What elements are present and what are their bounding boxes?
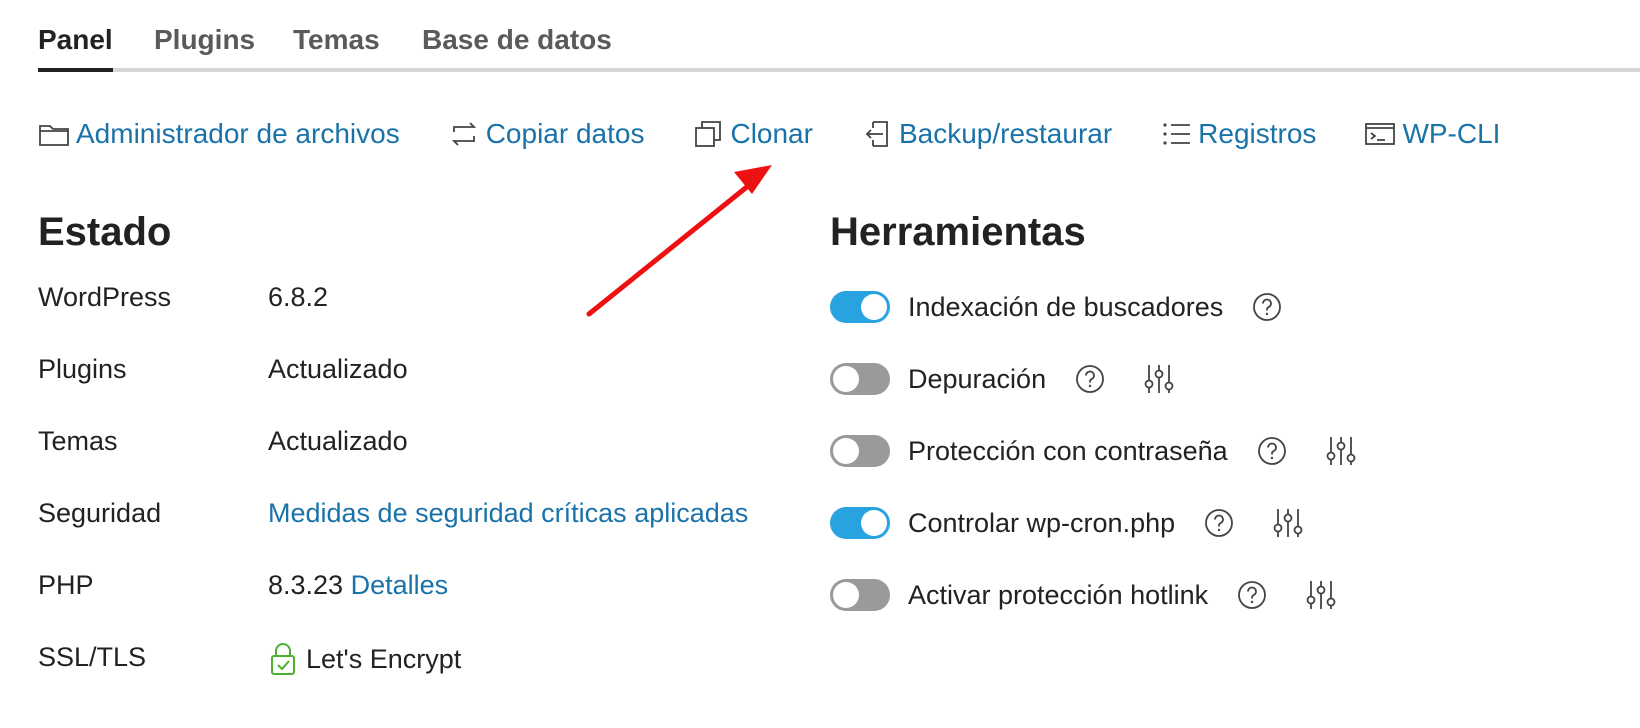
help-icon[interactable]: [1236, 579, 1268, 611]
tab-bar-divider: [38, 68, 1640, 72]
copy-data-label: Copiar datos: [485, 118, 645, 149]
status-row-temas: Temas Actualizado: [38, 420, 798, 492]
tools-heading: Herramientas: [830, 210, 1086, 254]
wp-cli-link[interactable]: WP-CLI: [1364, 118, 1500, 150]
wp-cron-toggle[interactable]: [830, 507, 890, 539]
settings-sliders-icon[interactable]: [1324, 434, 1358, 468]
tool-label: Activar protección hotlink: [908, 579, 1209, 610]
status-value: Actualizado: [268, 354, 408, 384]
lock-check-icon: [268, 642, 298, 676]
status-key: PHP: [38, 570, 94, 600]
toggle-knob: [833, 438, 859, 464]
backup-restore-label: Backup/restaurar: [898, 118, 1113, 149]
status-heading: Estado: [38, 210, 172, 254]
clone-icon: [692, 118, 724, 150]
toggle-knob: [833, 582, 859, 608]
status-key: Temas: [38, 426, 118, 456]
settings-sliders-icon[interactable]: [1271, 506, 1305, 540]
help-icon[interactable]: [1203, 507, 1235, 539]
action-bar: Administrador de archivos Copiar datos C…: [38, 112, 1548, 156]
tool-label: Depuración: [908, 363, 1047, 394]
tab-temas[interactable]: Temas: [293, 24, 380, 56]
folder-icon: [38, 118, 70, 150]
status-value-ssl: Let's Encrypt: [268, 642, 461, 676]
status-key: Plugins: [38, 354, 127, 384]
terminal-icon: [1364, 118, 1396, 150]
help-icon[interactable]: [1074, 363, 1106, 395]
wp-cli-label: WP-CLI: [1402, 118, 1501, 149]
tool-label: Controlar wp-cron.php: [908, 507, 1176, 538]
tools-list: Indexación de buscadores Depuración Prot…: [830, 276, 1630, 636]
tool-row-debug: Depuración: [830, 348, 1630, 420]
copy-data-link[interactable]: Copiar datos: [448, 118, 645, 150]
status-key: SSL/TLS: [38, 642, 147, 672]
clone-link[interactable]: Clonar: [692, 118, 813, 150]
status-key: Seguridad: [38, 498, 162, 528]
backup-restore-link[interactable]: Backup/restaurar: [861, 118, 1112, 150]
tab-base-de-datos[interactable]: Base de datos: [422, 24, 612, 56]
status-value: 6.8.2: [268, 282, 329, 312]
file-manager-link[interactable]: Administrador de archivos: [38, 118, 400, 150]
status-row-php: PHP 8.3.23 Detalles: [38, 564, 798, 636]
tab-bar: Panel Plugins Temas Base de datos: [38, 0, 1640, 72]
status-row-plugins: Plugins Actualizado: [38, 348, 798, 420]
status-value-php: 8.3.23 Detalles: [268, 570, 448, 601]
tool-row-hotlink-protection: Activar protección hotlink: [830, 564, 1630, 636]
backup-restore-icon: [861, 118, 893, 150]
status-row-wordpress: WordPress 6.8.2: [38, 276, 798, 348]
help-icon[interactable]: [1251, 291, 1283, 323]
tab-plugins[interactable]: Plugins: [154, 24, 255, 56]
toggle-knob: [861, 294, 887, 320]
password-protection-toggle[interactable]: [830, 435, 890, 467]
tool-row-password-protection: Protección con contraseña: [830, 420, 1630, 492]
active-tab-indicator: [38, 68, 113, 72]
status-row-seguridad: Seguridad Medidas de seguridad críticas …: [38, 492, 798, 564]
php-version: 8.3.23: [268, 570, 344, 600]
hotlink-protection-toggle[interactable]: [830, 579, 890, 611]
toggle-knob: [833, 366, 859, 392]
status-list: WordPress 6.8.2 Plugins Actualizado Tema…: [38, 276, 798, 708]
php-details-link[interactable]: Detalles: [351, 570, 449, 601]
logs-link[interactable]: Registros: [1160, 118, 1316, 150]
clone-label: Clonar: [730, 118, 813, 149]
list-icon: [1160, 118, 1192, 150]
security-measures-link[interactable]: Medidas de seguridad críticas aplicadas: [268, 498, 748, 529]
settings-sliders-icon[interactable]: [1304, 578, 1338, 612]
tool-row-wp-cron: Controlar wp-cron.php: [830, 492, 1630, 564]
settings-sliders-icon[interactable]: [1142, 362, 1176, 396]
status-key: WordPress: [38, 282, 172, 312]
tool-label: Protección con contraseña: [908, 435, 1228, 466]
file-manager-label: Administrador de archivos: [76, 118, 400, 149]
help-icon[interactable]: [1256, 435, 1288, 467]
logs-label: Registros: [1198, 118, 1317, 149]
search-indexing-toggle[interactable]: [830, 291, 890, 323]
debug-toggle[interactable]: [830, 363, 890, 395]
status-value: Actualizado: [268, 426, 408, 456]
tab-panel[interactable]: Panel: [38, 24, 113, 56]
tool-label: Indexación de buscadores: [908, 291, 1224, 322]
toggle-knob: [861, 510, 887, 536]
tool-row-search-indexing: Indexación de buscadores: [830, 276, 1630, 348]
ssl-provider: Let's Encrypt: [306, 643, 462, 674]
status-row-ssl: SSL/TLS Let's Encrypt: [38, 636, 798, 708]
copy-sync-icon: [448, 118, 480, 150]
